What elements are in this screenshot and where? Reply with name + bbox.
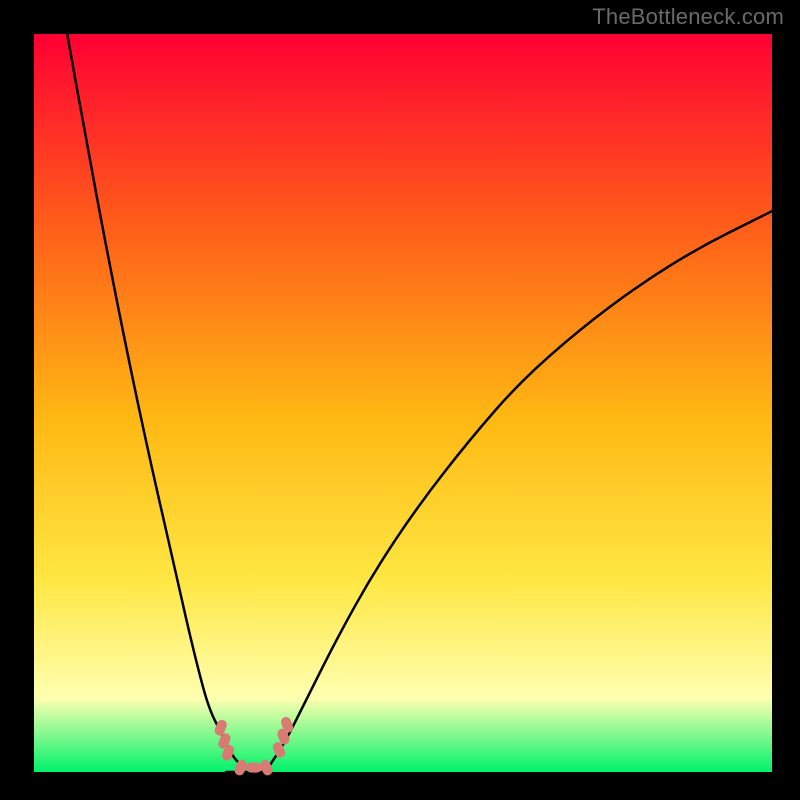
plot-svg xyxy=(0,0,800,800)
chart-root: TheBottleneck.com xyxy=(0,0,800,800)
marker-pill xyxy=(246,763,262,773)
watermark-text: TheBottleneck.com xyxy=(592,4,784,30)
gradient-panel xyxy=(34,34,772,772)
